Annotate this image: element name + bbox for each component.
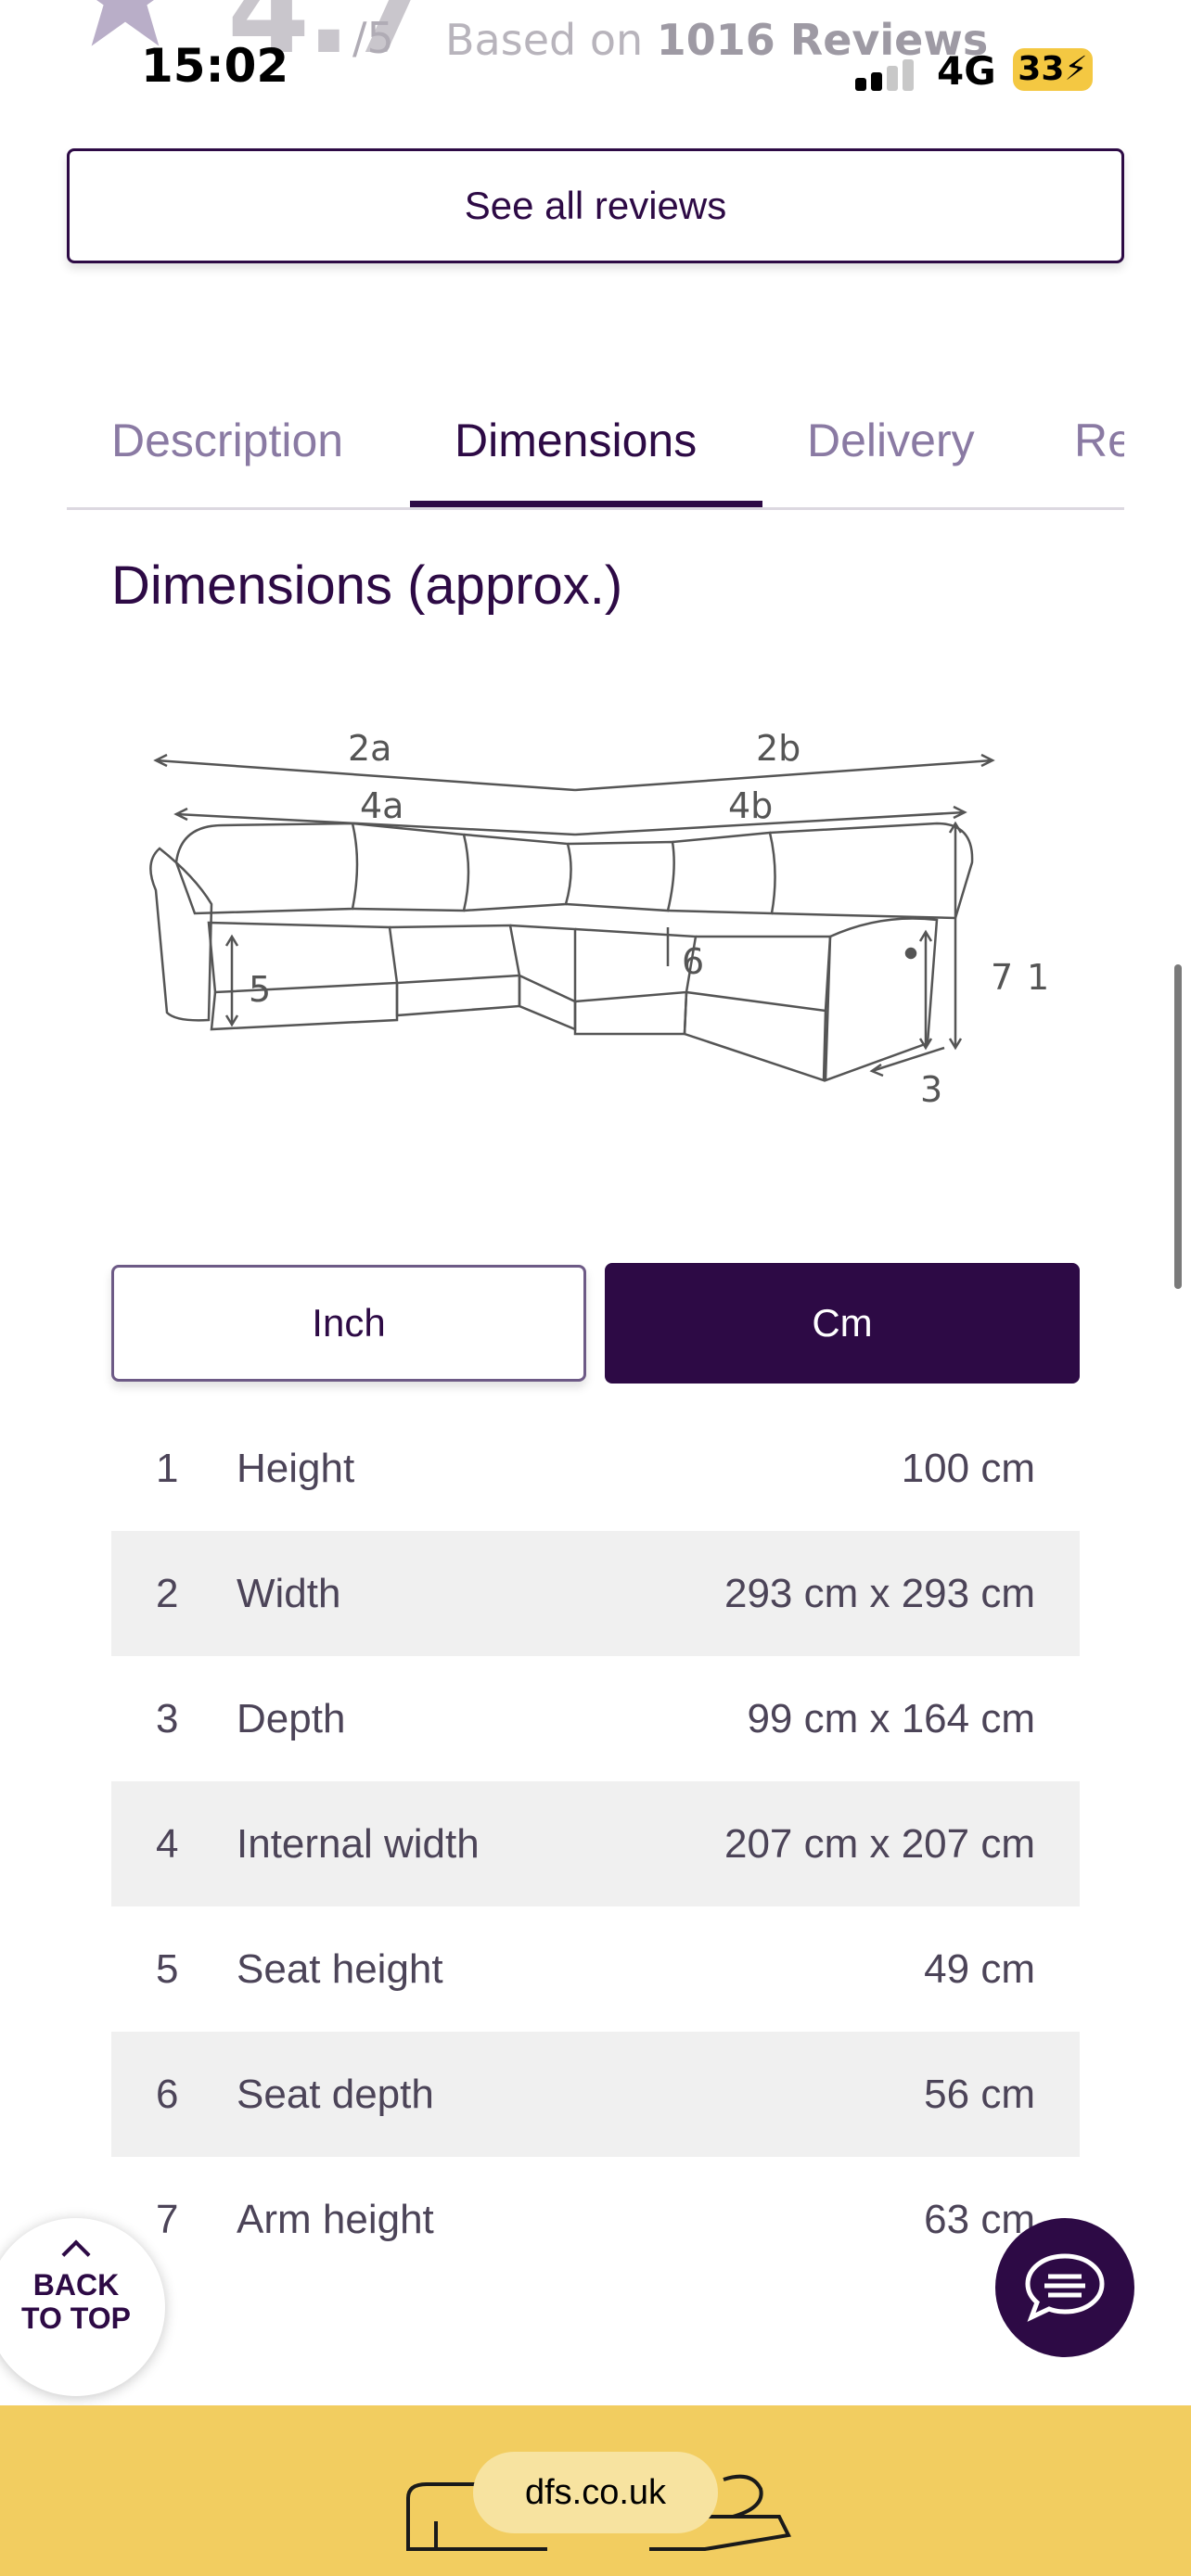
dimension-label: Depth (237, 1696, 346, 1741)
table-row: 4 Internal width 207 cm x 207 cm (111, 1781, 1080, 1906)
dimension-value: 56 cm (924, 2072, 1035, 2117)
unit-inch-button[interactable]: Inch (111, 1265, 586, 1382)
table-row: 6 Seat depth 56 cm (111, 2032, 1080, 2157)
network-type: 4G (937, 48, 996, 94)
diagram-label-4a: 4a (360, 785, 403, 826)
dimension-number: 6 (156, 2072, 179, 2117)
see-all-reviews-button[interactable]: See all reviews (67, 148, 1124, 263)
sofa-dimensions-diagram: 2a 2b 4a 4b 5 6 7 1 3 (149, 728, 1049, 1110)
dimension-number: 5 (156, 1946, 179, 1992)
scrollbar[interactable] (1174, 964, 1182, 1289)
rating-based-on: Based on 1016 Reviews (445, 15, 988, 65)
table-row: 5 Seat height 49 cm (111, 1906, 1080, 2032)
tab-dimensions[interactable]: Dimensions (455, 389, 697, 507)
tab-reviews[interactable]: Re (1074, 389, 1124, 507)
dimension-value: 49 cm (924, 1946, 1035, 1992)
dimension-value: 99 cm x 164 cm (747, 1696, 1035, 1741)
battery-icon: 33⚡ (1013, 48, 1093, 91)
dimension-label: Height (237, 1446, 355, 1491)
diagram-label-1: 1 (1027, 957, 1049, 998)
table-row: 3 Depth 99 cm x 164 cm (111, 1656, 1080, 1781)
table-row: 1 Height 100 cm (111, 1406, 1080, 1531)
diagram-label-5: 5 (249, 969, 271, 1010)
dimension-number: 1 (156, 1446, 179, 1491)
dimension-label: Seat height (237, 1946, 443, 1992)
back-to-top-line2: TO TOP (21, 2302, 131, 2335)
table-row: 7 Arm height 63 cm (111, 2157, 1080, 2282)
product-tabs: Description Dimensions Delivery Re (67, 389, 1124, 510)
back-to-top-line1: BACK (32, 2268, 120, 2302)
section-title: Dimensions (approx.) (111, 555, 623, 616)
rating-based-prefix: Based on (445, 15, 644, 65)
diagram-label-2a: 2a (348, 728, 391, 769)
diagram-label-6: 6 (682, 941, 704, 982)
dimension-label: Arm height (237, 2197, 434, 2242)
chat-button[interactable] (995, 2218, 1134, 2357)
table-row: 2 Width 293 cm x 293 cm (111, 1531, 1080, 1656)
back-to-top-button[interactable]: BACK TO TOP (0, 2218, 165, 2396)
diagram-label-3: 3 (920, 1069, 942, 1110)
dimension-number: 7 (156, 2197, 179, 2242)
dimension-value: 293 cm x 293 cm (724, 1571, 1035, 1616)
chat-icon (1025, 2253, 1105, 2322)
diagram-label-4b: 4b (728, 785, 773, 826)
dimension-number: 2 (156, 1571, 179, 1616)
signal-icon (855, 59, 920, 91)
dimension-number: 4 (156, 1821, 179, 1867)
battery-level: 33 (1018, 50, 1065, 88)
tab-delivery[interactable]: Delivery (807, 389, 975, 507)
rating-out-of: /5 (352, 13, 394, 63)
unit-cm-button[interactable]: Cm (605, 1263, 1080, 1384)
active-tab-indicator (410, 501, 762, 507)
dimension-label: Width (237, 1571, 341, 1616)
status-time: 15:02 (141, 39, 289, 93)
diagram-label-7: 7 (991, 957, 1013, 998)
dimension-label: Seat depth (237, 2072, 434, 2117)
dimension-number: 3 (156, 1696, 179, 1741)
dimensions-table: 1 Height 100 cm 2 Width 293 cm x 293 cm … (111, 1406, 1080, 2282)
browser-bottom-bar: dfs.co.uk (0, 2405, 1191, 2576)
dimension-value: 100 cm (901, 1446, 1035, 1491)
diagram-label-2b: 2b (756, 728, 800, 769)
dimension-label: Internal width (237, 1821, 480, 1867)
chevron-up-icon (61, 2239, 91, 2269)
dimension-value: 207 cm x 207 cm (724, 1821, 1035, 1867)
tab-description[interactable]: Description (111, 389, 343, 507)
url-bar[interactable]: dfs.co.uk (473, 2452, 718, 2533)
